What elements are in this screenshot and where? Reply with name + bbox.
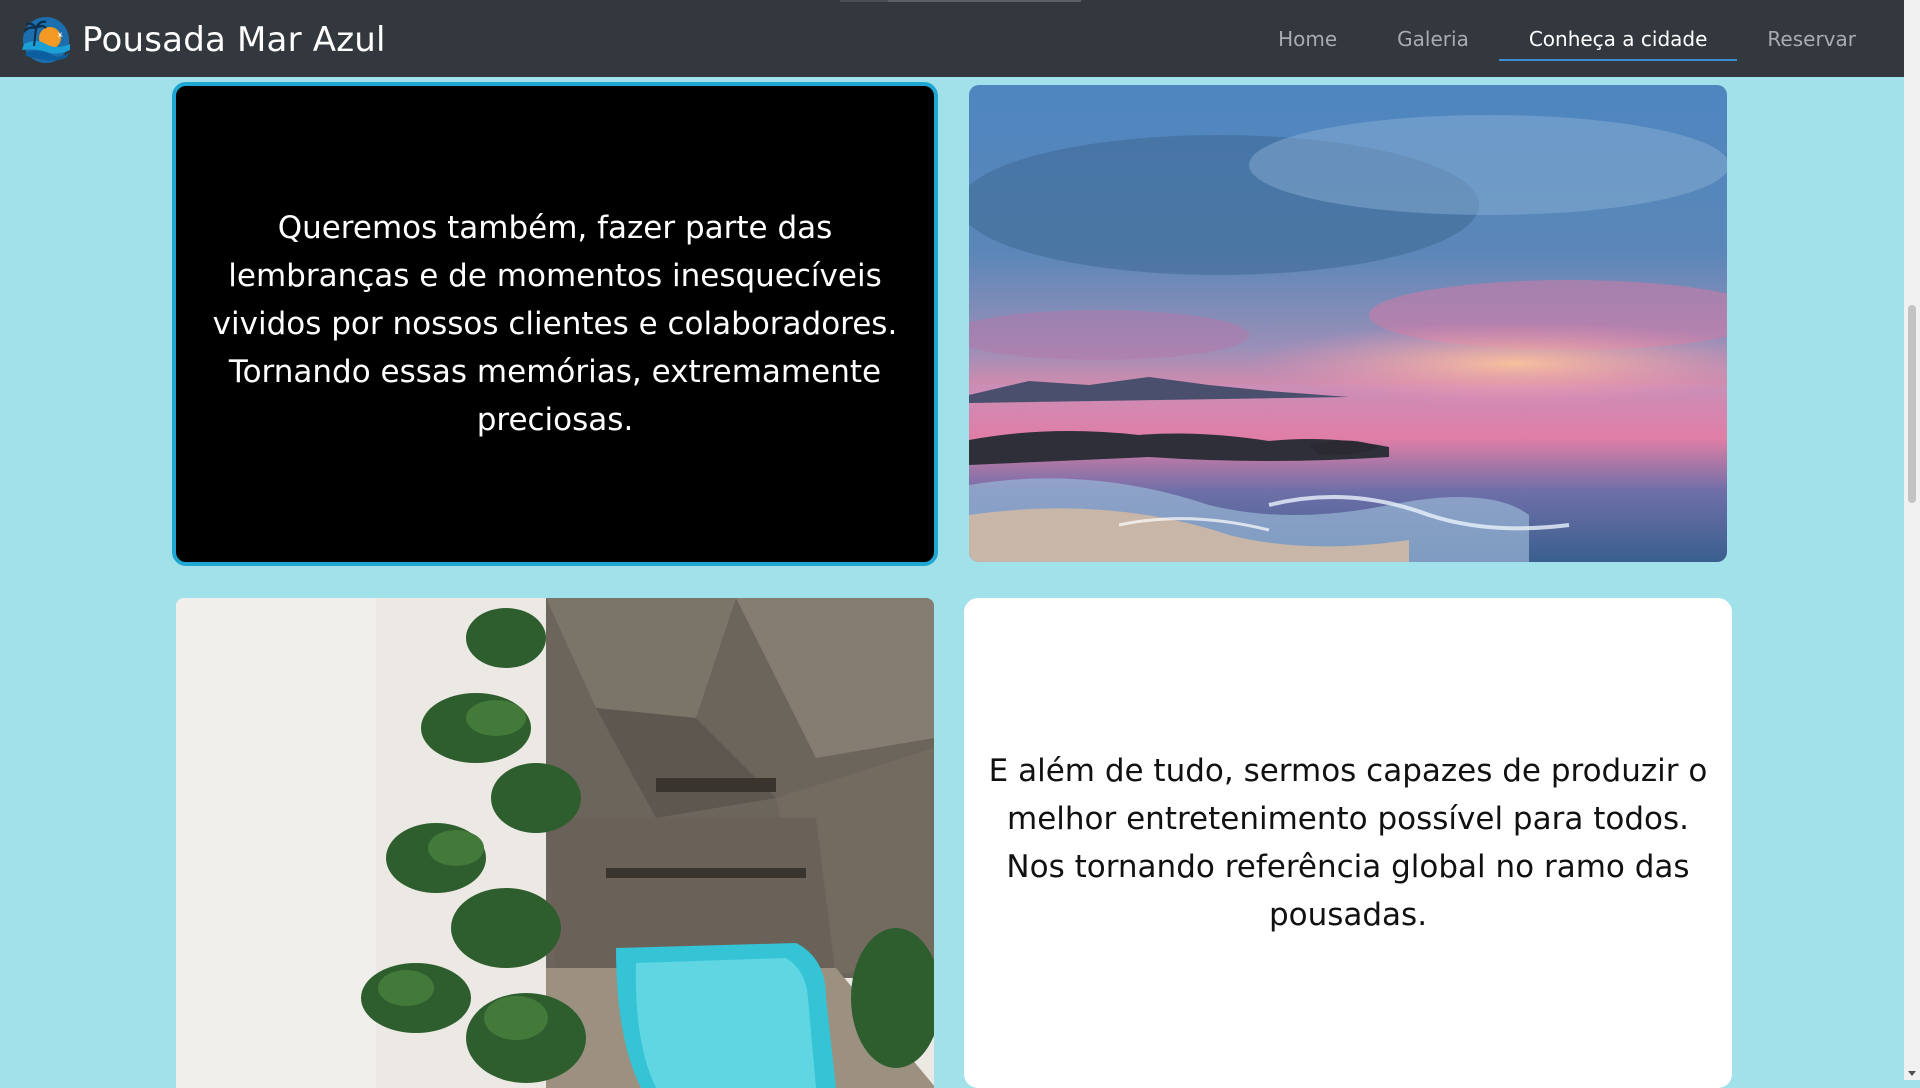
nav-link-galeria[interactable]: Galeria [1367, 0, 1499, 77]
brand[interactable]: Pousada Mar Azul [14, 14, 386, 66]
brand-title: Pousada Mar Azul [82, 20, 386, 60]
top-navbar: Pousada Mar Azul Home Galeria Conheça a … [0, 0, 1904, 77]
scrollbar-thumb[interactable] [1908, 305, 1916, 503]
navbar-top-accent-left [840, 0, 888, 2]
nav-links: Home Galeria Conheça a cidade Reservar [1248, 0, 1886, 77]
navbar-top-accent [888, 0, 1081, 2]
sunset-sea-rocks-image [969, 85, 1727, 562]
resort-aerial-photo [176, 598, 934, 1088]
values-text-memories: Queremos também, fazer parte das lembran… [212, 210, 898, 438]
beach-sunset-logo-icon [22, 17, 70, 63]
nav-link-conheca-a-cidade[interactable]: Conheça a cidade [1498, 0, 1738, 77]
values-card-memories: Queremos também, fazer parte das lembran… [172, 82, 938, 566]
page-scrollbar[interactable] [1904, 0, 1920, 1080]
values-card-entertainment: E além de tudo, sermos capazes de produz… [964, 598, 1732, 1088]
sunset-sea-photo [969, 85, 1727, 562]
nav-link-reservar[interactable]: Reservar [1737, 0, 1886, 77]
aerial-resort-pool-image [176, 598, 934, 1088]
values-text-entertainment: E além de tudo, sermos capazes de produz… [988, 753, 1708, 933]
scroll-down-arrow-icon[interactable] [1908, 1071, 1916, 1076]
nav-link-home[interactable]: Home [1248, 0, 1367, 77]
